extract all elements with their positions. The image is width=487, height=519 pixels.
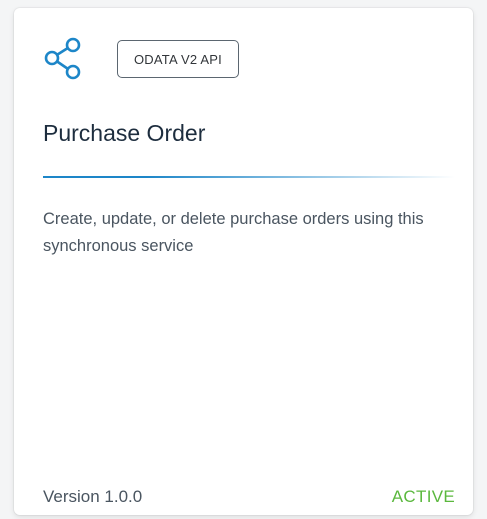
- title-divider: [43, 176, 455, 178]
- card-footer: Version 1.0.0 ACTIVE: [43, 487, 455, 507]
- version-label: Version 1.0.0: [43, 487, 143, 506]
- api-type-badge: ODATA V2 API: [117, 40, 239, 78]
- api-card[interactable]: ODATA V2 API Purchase Order Create, upda…: [14, 8, 473, 515]
- share-network-icon: [44, 37, 81, 80]
- card-title: Purchase Order: [43, 120, 206, 146]
- status-badge: ACTIVE: [391, 487, 455, 506]
- card-header: ODATA V2 API: [41, 36, 239, 82]
- card-description: Create, update, or delete purchase order…: [43, 210, 424, 255]
